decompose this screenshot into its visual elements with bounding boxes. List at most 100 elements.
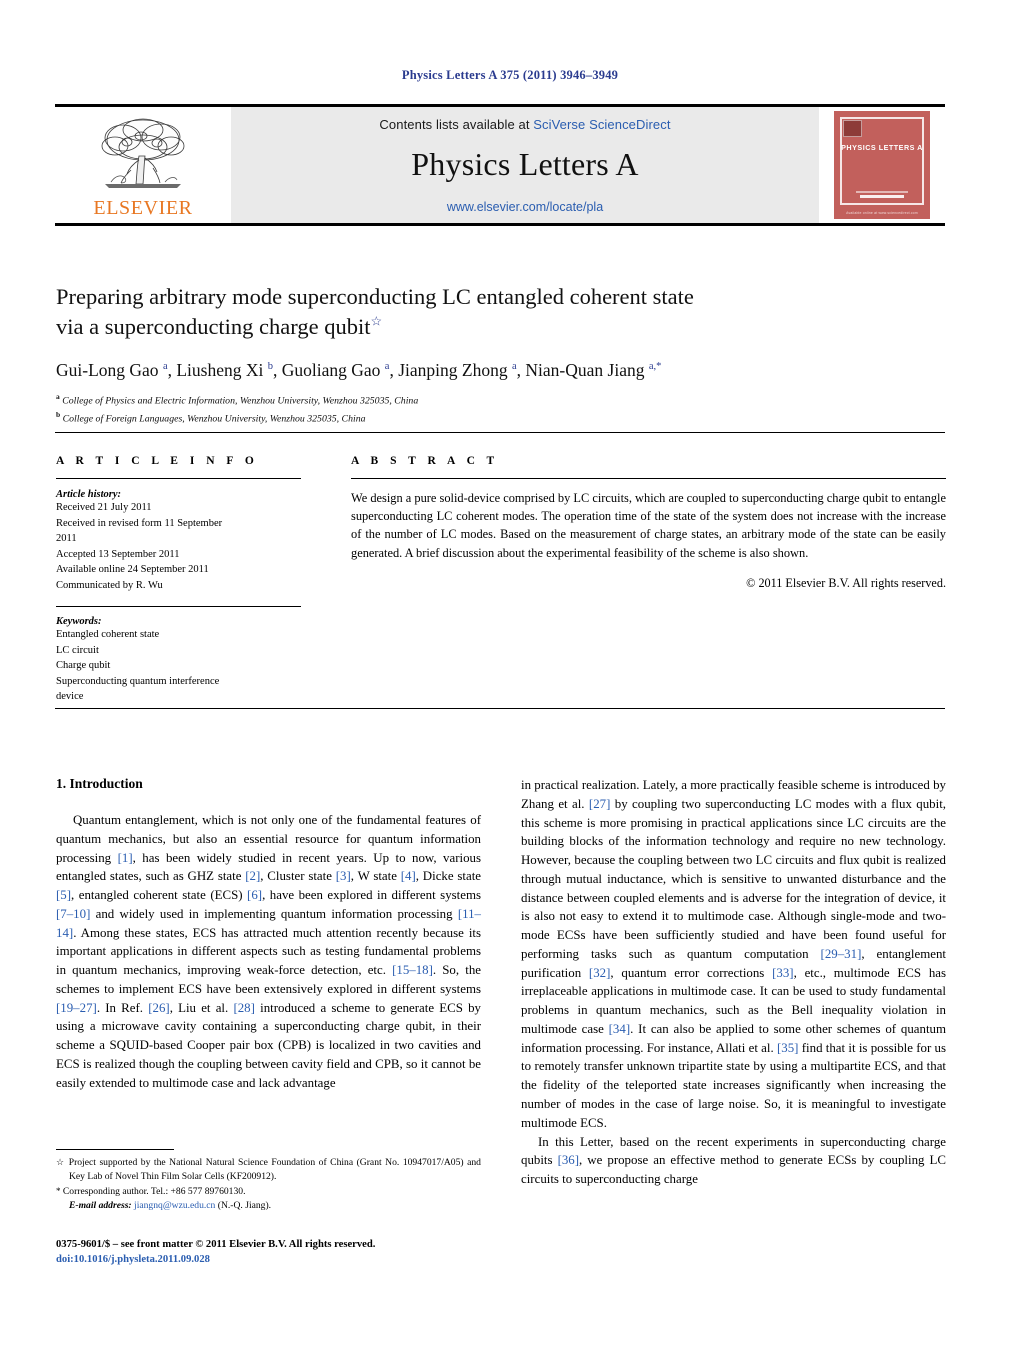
- keyword-item: Superconducting quantum interference: [56, 675, 220, 687]
- history-item: Received 21 July 2011: [56, 502, 152, 513]
- info-section-bottom-rule: [55, 708, 945, 709]
- text-run: , Dicke state: [415, 869, 482, 884]
- keywords-label: Keywords:: [56, 616, 102, 628]
- citation-link[interactable]: [26]: [148, 1001, 169, 1015]
- cover-divider-1: [856, 191, 908, 193]
- history-item: Accepted 13 September 2011: [56, 548, 180, 560]
- footnote-asterisk-marker: *: [56, 1185, 61, 1196]
- footnote-rule: [56, 1149, 174, 1150]
- citation-link[interactable]: [35]: [777, 1041, 798, 1055]
- info-abstract-region: A R T I C L E I N F O Article history: R…: [56, 455, 946, 705]
- elsevier-tree-icon: [101, 118, 185, 188]
- footnote-corr-text: Corresponding author. Tel.: +86 577 8976…: [62, 1185, 246, 1197]
- abstract-rule: [351, 478, 946, 479]
- citation-link[interactable]: [27]: [589, 797, 610, 811]
- masthead-center-panel: Contents lists available at SciVerse Sci…: [231, 107, 819, 223]
- affiliations: a College of Physics and Electric Inform…: [56, 391, 946, 427]
- info-section-top-rule: [55, 432, 945, 433]
- article-history-label: Article history:: [56, 489, 122, 500]
- citation-link[interactable]: [15–18]: [392, 963, 433, 977]
- imprint-block: 0375-9601/$ – see front matter © 2011 El…: [56, 1237, 486, 1268]
- citation-link[interactable]: [34]: [609, 1022, 630, 1036]
- citation-link[interactable]: [4]: [401, 869, 416, 883]
- text-run: , W state: [350, 869, 401, 884]
- text-run: by coupling two superconducting LC modes…: [521, 796, 946, 961]
- footnote-grant: ☆ Project supported by the National Natu…: [56, 1156, 481, 1185]
- affiliation-a-marker: a: [56, 391, 60, 401]
- author-affil-marker[interactable]: b: [268, 361, 273, 372]
- article-history-list: Received 21 July 2011 Received in revise…: [56, 500, 301, 593]
- text-run: and widely used in implementing quantum …: [90, 906, 458, 921]
- text-run: , Cluster state: [260, 869, 336, 884]
- paragraph-intro-right-continued: in practical realization. Lately, a more…: [521, 776, 946, 1133]
- text-run: , we propose an effective method to gene…: [521, 1153, 946, 1187]
- sciencedirect-link[interactable]: SciVerse ScienceDirect: [533, 117, 670, 132]
- author-affil-marker[interactable]: a: [512, 361, 517, 372]
- imprint-frontmatter: 0375-9601/$ – see front matter © 2011 El…: [56, 1239, 376, 1250]
- citation-link[interactable]: [36]: [558, 1153, 579, 1167]
- cover-bottom-text: Available online at www.sciencedirect.co…: [846, 211, 918, 215]
- footnote-email-line: E-mail address: jiangnq@wzu.edu.cn (N.-Q…: [56, 1199, 481, 1213]
- email-address-label: E-mail address:: [69, 1200, 132, 1212]
- cover-badge-icon: [843, 120, 862, 137]
- paper-page: Physics Letters A 375 (2011) 3946–3949 E…: [0, 0, 1020, 1351]
- keywords-rule: [56, 606, 301, 608]
- doi-link[interactable]: doi:10.1016/j.physleta.2011.09.028: [56, 1252, 486, 1267]
- contents-prefix-text: Contents lists available at: [379, 117, 534, 132]
- abstract-column: A B S T R A C T We design a pure solid-d…: [351, 455, 946, 705]
- cover-title-text: PHYSICS LETTERS A: [841, 143, 923, 152]
- citation-link[interactable]: [6]: [247, 888, 262, 902]
- paragraph-this-letter: In this Letter, based on the recent expe…: [521, 1133, 946, 1189]
- body-column-right: in practical realization. Lately, a more…: [521, 776, 946, 1189]
- author-affil-marker[interactable]: a: [163, 361, 168, 372]
- journal-masthead: ELSEVIER Contents lists available at Sci…: [55, 104, 945, 226]
- cover-divider-2: [860, 195, 904, 198]
- citation-link[interactable]: [29–31]: [821, 947, 862, 961]
- body-column-left: 1. Introduction Quantum entanglement, wh…: [56, 776, 481, 1189]
- citation-link[interactable]: [3]: [336, 869, 351, 883]
- citation-link[interactable]: [1]: [118, 851, 133, 865]
- citation-link[interactable]: [5]: [56, 888, 71, 902]
- author-affil-marker[interactable]: a: [385, 361, 390, 372]
- title-line-1: Preparing arbitrary mode superconducting…: [56, 284, 694, 309]
- footnote-star-marker: ☆: [56, 1157, 66, 1167]
- citation-link[interactable]: [2]: [245, 869, 260, 883]
- paragraph-intro-left: Quantum entanglement, which is not only …: [56, 811, 481, 1092]
- journal-cover-thumbnail[interactable]: PHYSICS LETTERS A Available online at ww…: [834, 111, 930, 219]
- history-item: 2011: [56, 533, 77, 545]
- journal-homepage-link[interactable]: www.elsevier.com/locate/pla: [231, 200, 819, 214]
- running-head: Physics Letters A 375 (2011) 3946–3949: [401, 68, 619, 82]
- citation-link[interactable]: [19–27]: [56, 1001, 97, 1015]
- contents-available-line: Contents lists available at SciVerse Sci…: [379, 117, 670, 132]
- footnote-block: ☆ Project supported by the National Natu…: [56, 1149, 481, 1214]
- page-title: Preparing arbitrary mode superconducting…: [56, 282, 946, 342]
- keywords-list: Entangled coherent state LC circuit Char…: [56, 627, 301, 705]
- title-block: Preparing arbitrary mode superconducting…: [56, 282, 946, 427]
- citation-link[interactable]: [33]: [772, 966, 793, 980]
- abstract-copyright: © 2011 Elsevier B.V. All rights reserved…: [746, 575, 946, 590]
- article-info-heading: A R T I C L E I N F O: [56, 455, 259, 467]
- footnote-grant-text: Project supported by the National Natura…: [68, 1157, 481, 1183]
- article-info-column: A R T I C L E I N F O Article history: R…: [56, 455, 301, 705]
- author-affil-marker[interactable]: a,*: [649, 361, 662, 372]
- affiliation-b: b College of Foreign Languages, Wenzhou …: [56, 409, 946, 427]
- history-item: Received in revised form 11 September: [56, 517, 223, 529]
- affiliation-b-marker: b: [56, 409, 61, 419]
- citation-link[interactable]: [7–10]: [56, 907, 90, 921]
- keyword-item: LC circuit: [56, 644, 99, 656]
- affiliation-a: a College of Physics and Electric Inform…: [56, 391, 946, 409]
- title-line-2: via a superconducting charge qubit: [56, 313, 371, 339]
- history-item: Available online 24 September 2011: [56, 564, 209, 576]
- email-link[interactable]: jiangnq@wzu.edu.cn: [134, 1200, 215, 1211]
- citation-link[interactable]: [28]: [233, 1001, 254, 1015]
- text-run: , Liu et al.: [169, 1000, 234, 1015]
- text-run: , quantum error corrections: [610, 965, 773, 980]
- title-footnote-marker[interactable]: ☆: [370, 313, 382, 328]
- history-item: Communicated by R. Wu: [56, 579, 163, 591]
- body-columns: 1. Introduction Quantum entanglement, wh…: [56, 776, 946, 1189]
- elsevier-logo-block: ELSEVIER: [55, 107, 231, 223]
- citation-link[interactable]: [32]: [589, 966, 610, 980]
- journal-cover-block: PHYSICS LETTERS A Available online at ww…: [819, 107, 945, 223]
- text-run: . In Ref.: [96, 1000, 149, 1015]
- keyword-item: Entangled coherent state: [56, 629, 160, 641]
